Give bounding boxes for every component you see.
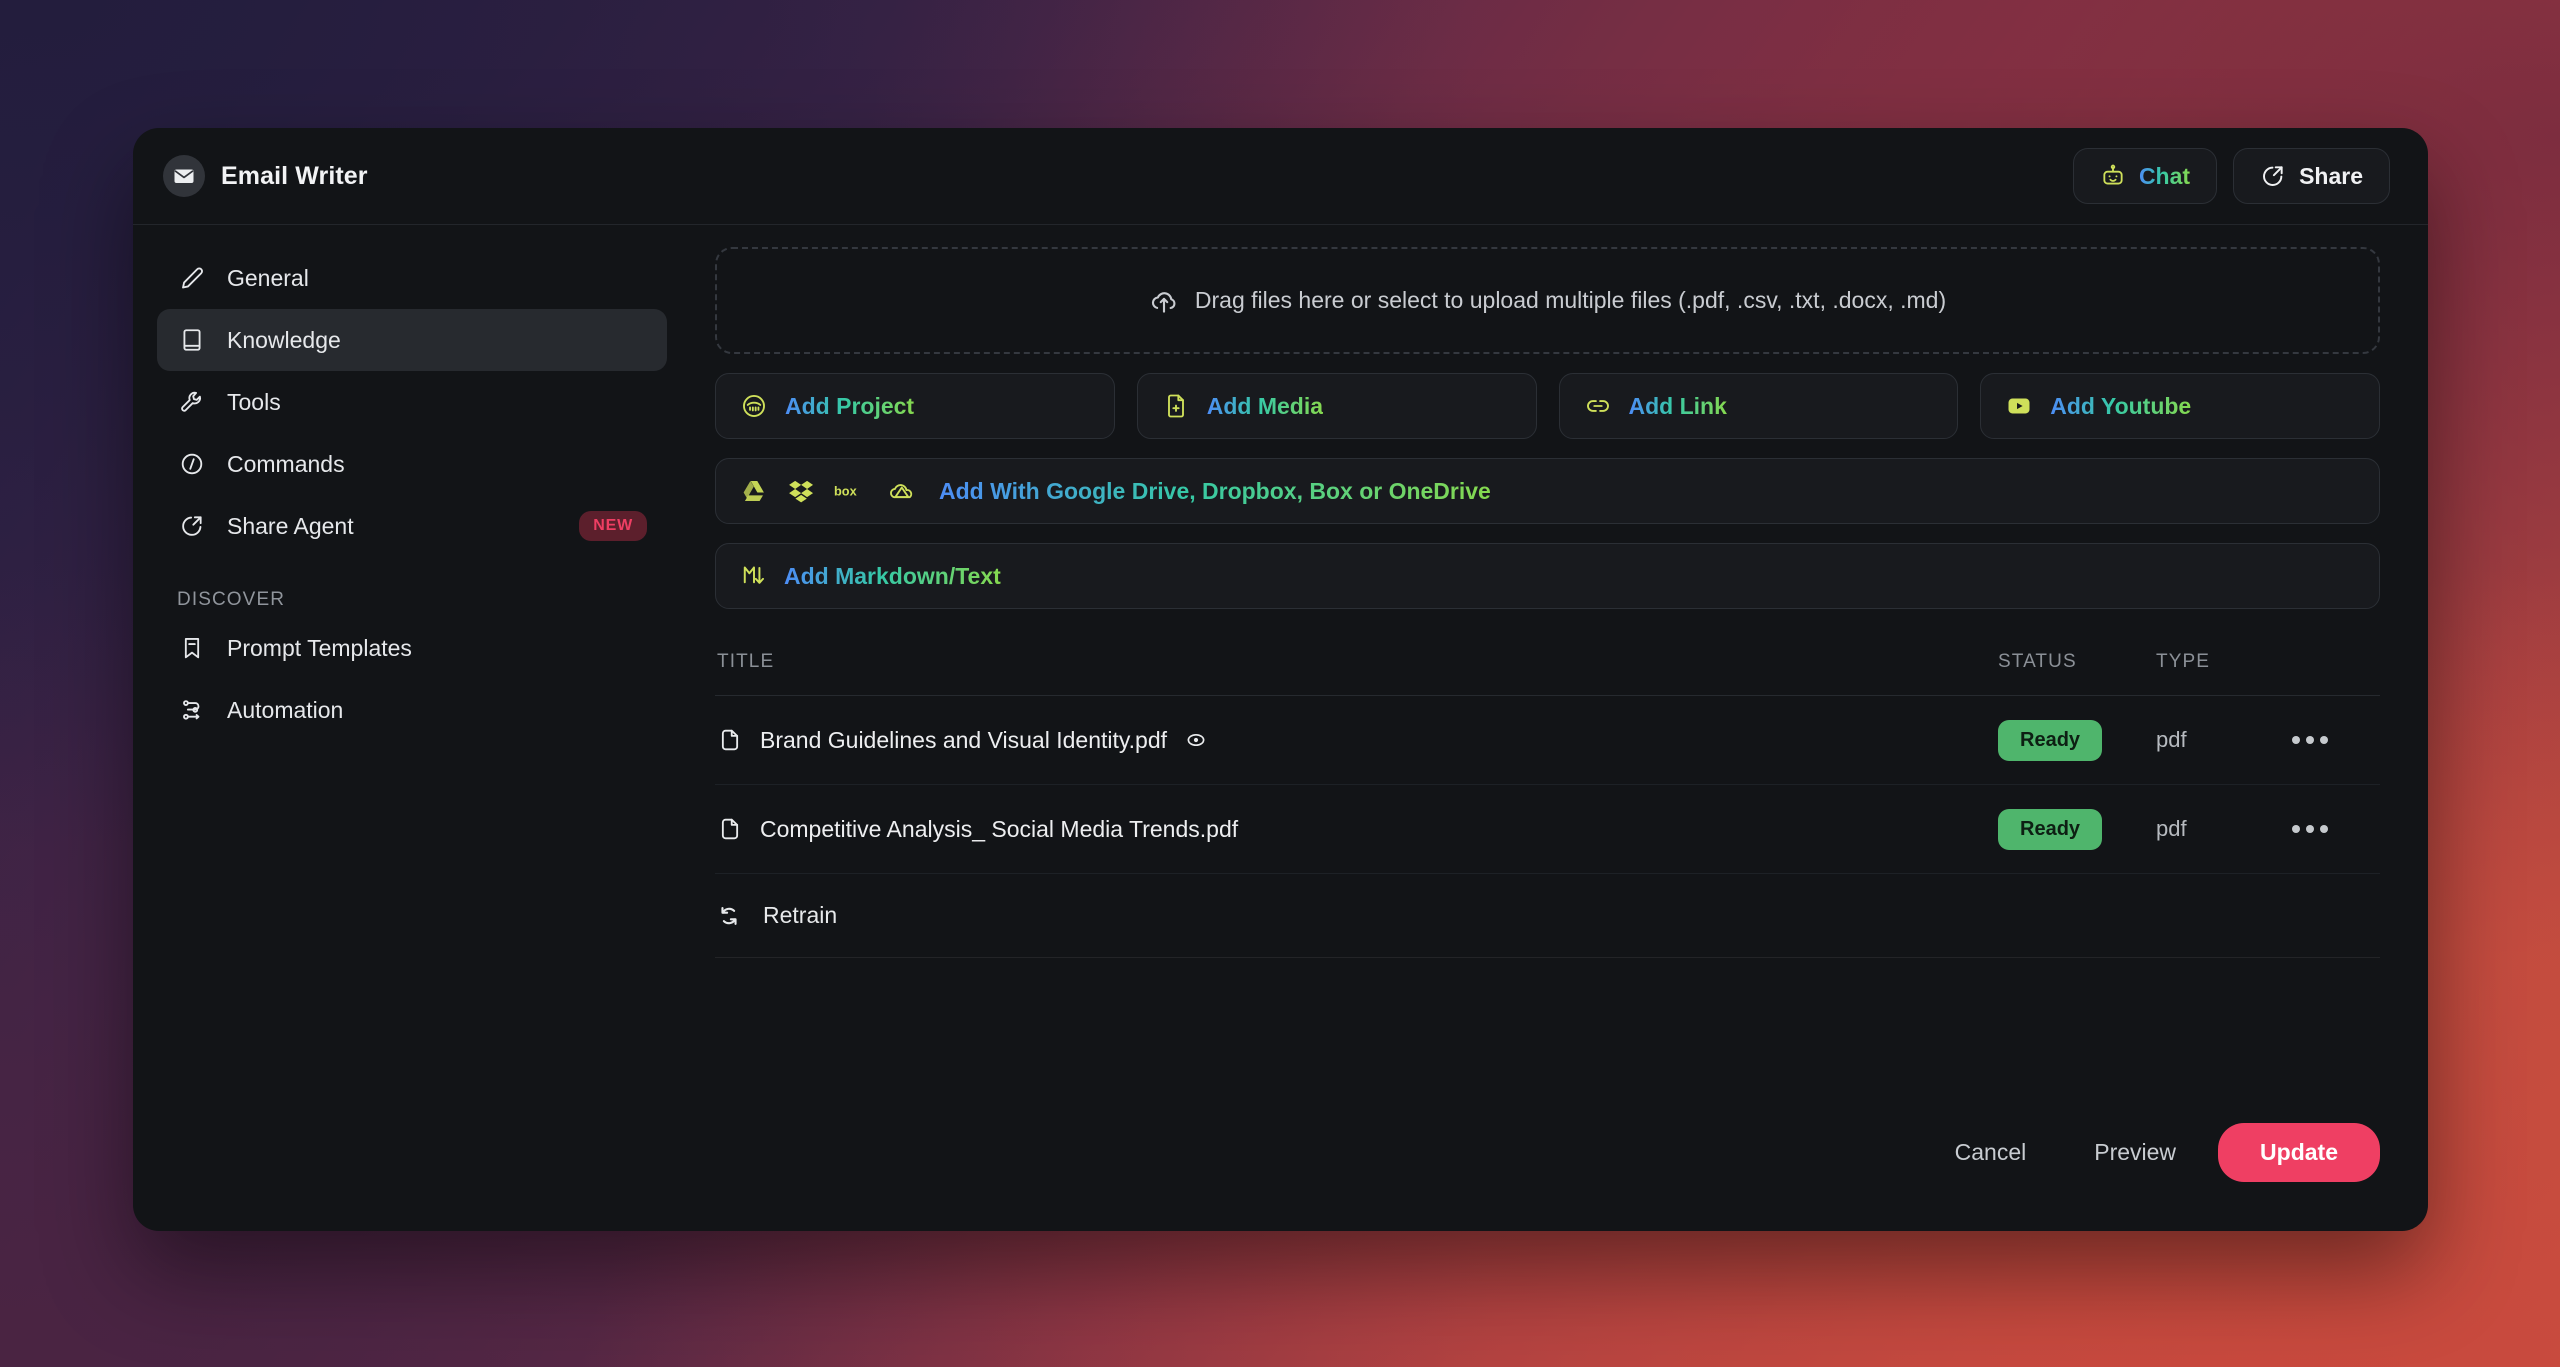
add-link-label: Add Link	[1628, 392, 1727, 419]
file-status-cell: Ready	[1998, 719, 2156, 761]
youtube-icon	[2005, 392, 2033, 420]
row-actions-cell	[2288, 736, 2380, 744]
add-markdown-button[interactable]: Add Markdown/Text	[715, 543, 2380, 609]
add-project-label: Add Project	[785, 392, 915, 419]
file-title-cell: Brand Guidelines and Visual Identity.pdf	[715, 727, 1998, 754]
refresh-icon	[715, 902, 743, 930]
share-button[interactable]: Share	[2233, 148, 2390, 204]
table-header-row: TITLE STATUS TYPE	[715, 651, 2380, 696]
add-media-button[interactable]: Add Media	[1136, 373, 1537, 439]
sidebar-item-label: Tools	[227, 388, 281, 415]
status-badge-new: NEW	[579, 511, 647, 541]
sidebar-item-share-agent[interactable]: Share Agent NEW	[157, 495, 667, 557]
wrench-icon	[177, 387, 207, 417]
bookmark-minus-icon	[177, 633, 207, 663]
more-options-icon[interactable]	[2288, 825, 2380, 833]
file-type-cell: pdf	[2156, 727, 2187, 752]
onedrive-icon	[887, 477, 917, 505]
sidebar-item-prompt-templates[interactable]: Prompt Templates	[157, 617, 667, 679]
table-row[interactable]: Brand Guidelines and Visual Identity.pdf…	[715, 696, 2380, 785]
project-avatar-icon	[740, 392, 768, 420]
sidebar-item-label: Share Agent	[227, 512, 354, 539]
preview-button[interactable]: Preview	[2068, 1125, 2202, 1180]
knowledge-files-table: TITLE STATUS TYPE Brand Guidelines and V…	[715, 651, 2380, 958]
add-source-buttons: Add Project Add Media Add Link Add Youtu…	[715, 373, 2380, 439]
add-youtube-button[interactable]: Add Youtube	[1980, 373, 2380, 439]
sidebar-item-general[interactable]: General	[157, 247, 667, 309]
column-header-title: TITLE	[717, 651, 775, 672]
sidebar-item-label: Automation	[227, 696, 344, 723]
file-status-cell: Ready	[1998, 808, 2156, 850]
file-title-label: Brand Guidelines and Visual Identity.pdf	[760, 726, 1168, 753]
retrain-button[interactable]: Retrain	[715, 874, 2380, 958]
share-button-label: Share	[2299, 162, 2363, 189]
markdown-icon	[740, 561, 768, 591]
file-plus-icon	[1162, 392, 1190, 420]
sidebar-item-knowledge[interactable]: Knowledge	[157, 309, 667, 371]
column-header-type: TYPE	[2156, 651, 2211, 672]
add-media-label: Add Media	[1206, 392, 1324, 419]
add-link-button[interactable]: Add Link	[1558, 373, 1959, 439]
footer-actions: Cancel Preview Update	[715, 1113, 2380, 1231]
envelope-icon	[163, 155, 205, 197]
add-project-button[interactable]: Add Project	[715, 373, 1115, 439]
google-drive-icon	[740, 477, 768, 505]
status-badge: Ready	[1998, 719, 2103, 761]
page-title: Email Writer	[221, 161, 368, 190]
file-dropzone[interactable]: Drag files here or select to upload mult…	[715, 247, 2380, 354]
svg-text:box: box	[834, 484, 857, 499]
pencil-icon	[177, 263, 207, 293]
sidebar-item-label: Prompt Templates	[227, 634, 412, 661]
main-content: Drag files here or select to upload mult…	[691, 225, 2428, 1231]
sidebar-item-label: Knowledge	[227, 326, 341, 353]
agent-settings-window: Email Writer Chat Share General Knowledg…	[133, 128, 2428, 1231]
more-options-icon[interactable]	[2288, 736, 2380, 744]
update-button[interactable]: Update	[2218, 1122, 2380, 1182]
window-body: General Knowledge Tools Commands Share A…	[133, 225, 2428, 1231]
chat-button-label: Chat	[2138, 162, 2191, 189]
sidebar-item-label: Commands	[227, 450, 345, 477]
chat-button[interactable]: Chat	[2072, 148, 2218, 204]
status-badge: Ready	[1998, 808, 2103, 850]
sidebar-item-automation[interactable]: Automation	[157, 679, 667, 741]
retrain-label: Retrain	[763, 902, 838, 928]
file-title-label: Competitive Analysis_ Social Media Trend…	[760, 815, 1239, 842]
box-icon: box	[834, 481, 868, 501]
cloud-provider-icons: box	[740, 477, 917, 505]
titlebar-actions: Chat Share	[2072, 148, 2390, 204]
window-titlebar: Email Writer Chat Share	[133, 128, 2428, 225]
sidebar-section-discover: DISCOVER	[177, 589, 286, 610]
slash-circle-icon	[177, 449, 207, 479]
add-youtube-label: Add Youtube	[2050, 392, 2192, 419]
cancel-button[interactable]: Cancel	[1929, 1125, 2053, 1180]
link-icon	[1584, 392, 1612, 420]
upload-cloud-icon	[1149, 286, 1179, 316]
document-icon	[717, 816, 743, 842]
add-cloud-storage-button[interactable]: box Add With Google Drive, Dropbox, Box …	[715, 458, 2380, 524]
book-icon	[177, 325, 207, 355]
add-markdown-label: Add Markdown/Text	[784, 562, 1001, 589]
table-row[interactable]: Competitive Analysis_ Social Media Trend…	[715, 785, 2380, 874]
sidebar: General Knowledge Tools Commands Share A…	[133, 225, 691, 1231]
share-external-icon	[2260, 163, 2286, 189]
sidebar-item-commands[interactable]: Commands	[157, 433, 667, 495]
column-header-status: STATUS	[1998, 651, 2077, 672]
sidebar-item-label: General	[227, 264, 309, 291]
robot-icon	[2100, 163, 2126, 189]
add-cloud-storage-label: Add With Google Drive, Dropbox, Box or O…	[939, 477, 1491, 504]
sidebar-item-tools[interactable]: Tools	[157, 371, 667, 433]
workflow-icon	[177, 695, 207, 725]
dropbox-icon	[787, 477, 815, 505]
preview-eye-icon[interactable]	[1184, 728, 1208, 752]
document-icon	[717, 727, 743, 753]
row-actions-cell	[2288, 825, 2380, 833]
file-title-cell: Competitive Analysis_ Social Media Trend…	[715, 816, 1998, 843]
file-type-cell: pdf	[2156, 816, 2187, 841]
app-identity: Email Writer	[163, 155, 368, 197]
file-dropzone-label: Drag files here or select to upload mult…	[1194, 287, 1947, 313]
share-circle-icon	[177, 511, 207, 541]
